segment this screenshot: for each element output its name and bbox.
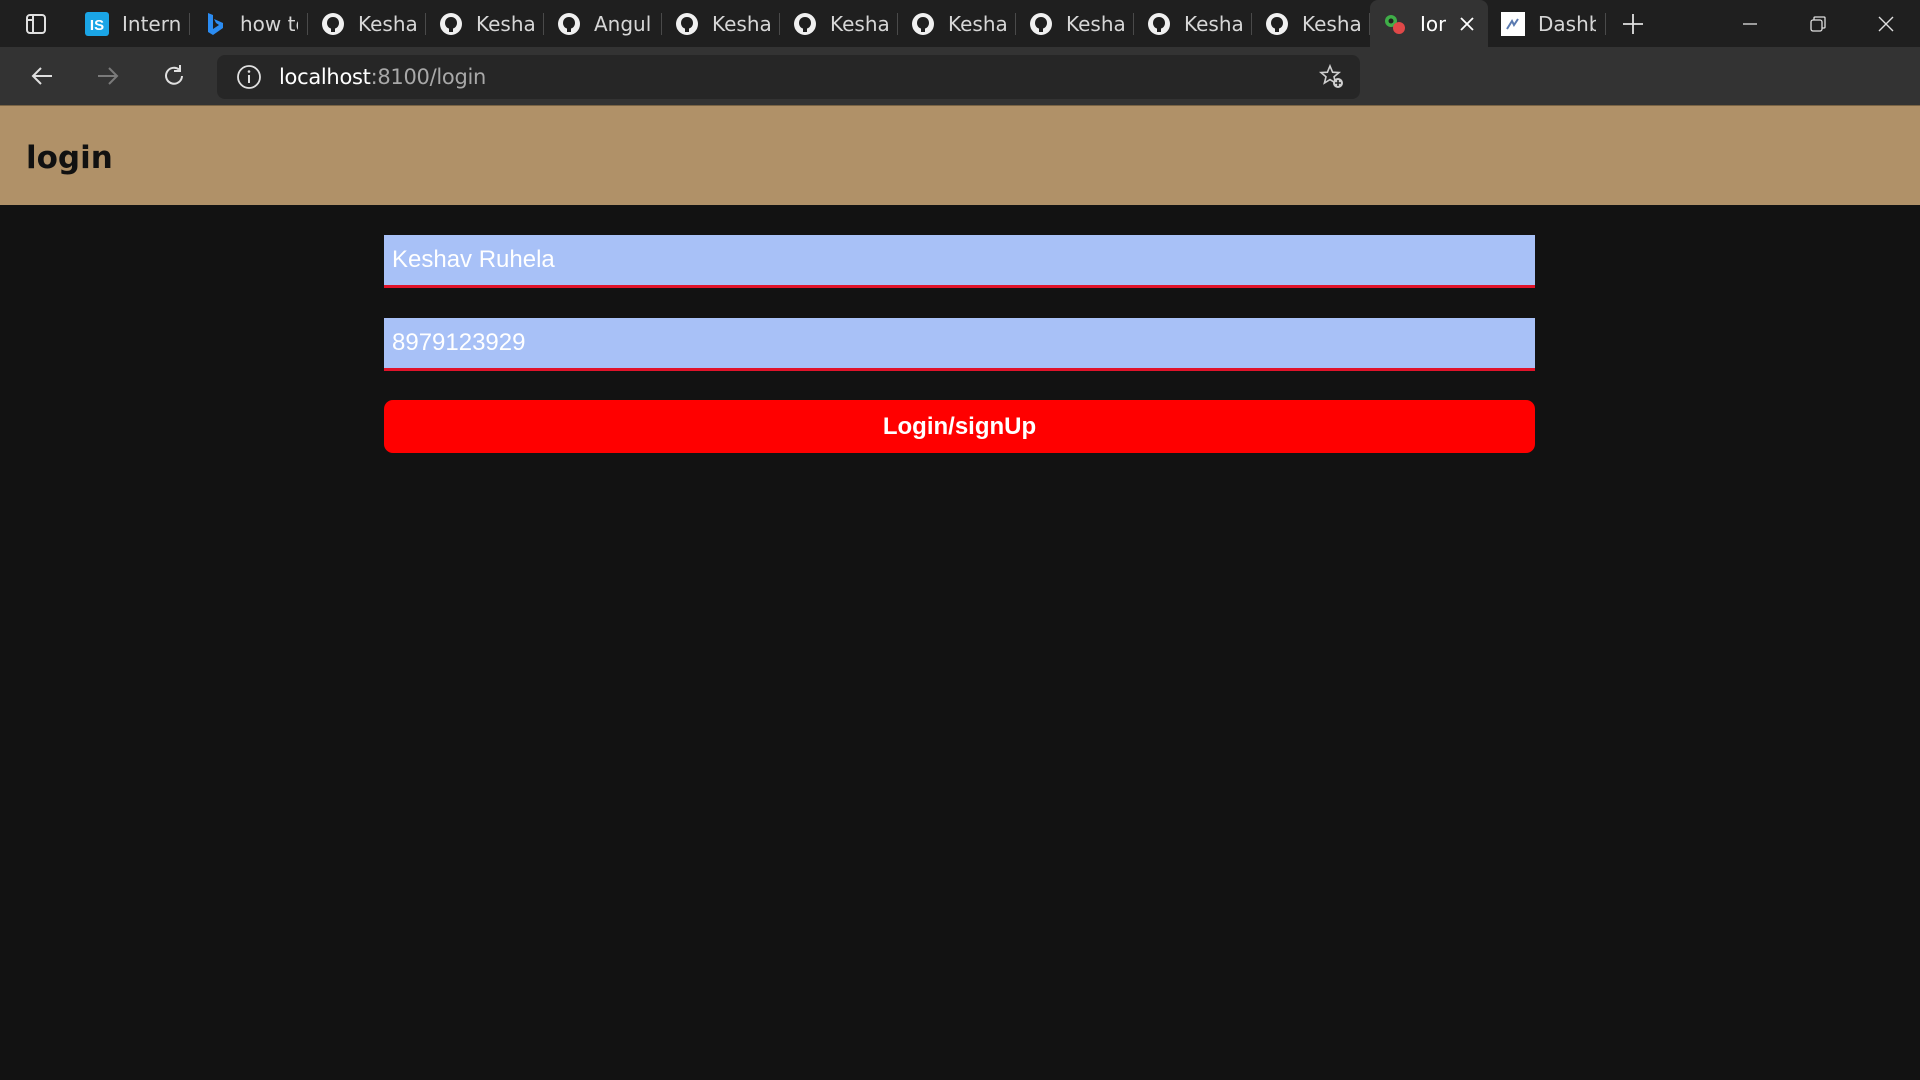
tab-title: how to (240, 11, 298, 36)
bing-icon (202, 11, 228, 37)
close-icon (1460, 16, 1474, 31)
arrow-right-icon (98, 67, 119, 85)
github-icon (320, 11, 346, 37)
tab-title: KeshavR (1302, 11, 1360, 36)
plus-icon (1623, 13, 1643, 34)
github-icon (1146, 11, 1172, 37)
browser-tab[interactable]: KeshavR (1134, 0, 1252, 47)
browser-tab-strip: IS Internsh how to KeshavR KeshavR Angul… (0, 0, 1920, 47)
browser-tab[interactable]: KeshavR (1252, 0, 1370, 47)
tab-title: KeshavR (830, 11, 888, 36)
back-button[interactable] (9, 47, 75, 105)
minimize-icon (1743, 22, 1757, 25)
forward-button[interactable] (75, 47, 141, 105)
tab-title: KeshavR (712, 11, 770, 36)
github-icon (556, 11, 582, 37)
browser-tab[interactable]: KeshavR (662, 0, 780, 47)
github-icon (1264, 11, 1290, 37)
svg-text:IS: IS (90, 17, 104, 34)
page-content: login Login/signUp (0, 105, 1920, 1080)
name-input[interactable] (384, 235, 1535, 285)
address-bar[interactable]: localhost:8100/login (217, 55, 1360, 99)
tab-title: KeshavR (476, 11, 534, 36)
close-window-button[interactable] (1852, 0, 1920, 47)
page-header: login (0, 105, 1920, 205)
github-icon (674, 11, 700, 37)
tab-actions-button[interactable] (0, 0, 72, 47)
restore-button[interactable] (1784, 0, 1852, 47)
phone-input[interactable] (384, 318, 1535, 368)
github-icon (438, 11, 464, 37)
tab-title: Dashbo (1538, 11, 1596, 36)
github-icon (910, 11, 936, 37)
reload-button[interactable] (141, 47, 207, 105)
window-controls (1716, 0, 1920, 47)
browser-tab-active[interactable]: Ion (1370, 0, 1488, 47)
browser-tab[interactable]: KeshavR (426, 0, 544, 47)
tab-title: KeshavR (1066, 11, 1124, 36)
browser-tab[interactable]: KeshavR (308, 0, 426, 47)
browser-tab[interactable]: KeshavR (780, 0, 898, 47)
tab-title: Ion (1420, 11, 1447, 36)
dashboard-icon (1500, 11, 1526, 37)
phone-field[interactable] (384, 318, 1535, 371)
tab-title: KeshavR (948, 11, 1006, 36)
browser-toolbar: localhost:8100/login OFF (0, 47, 1920, 140)
tab-title: Internsh (122, 11, 180, 36)
restore-icon (1810, 15, 1826, 32)
browser-tab[interactable]: KeshavR (1016, 0, 1134, 47)
login-signup-button[interactable]: Login/signUp (384, 400, 1535, 453)
browser-tab[interactable]: Angular (544, 0, 662, 47)
name-field[interactable] (384, 235, 1535, 288)
browser-tab[interactable]: Dashbo (1488, 0, 1606, 47)
refresh-icon (165, 65, 183, 85)
arrow-left-icon (31, 67, 52, 85)
url-path: :8100/login (370, 65, 487, 89)
github-icon (792, 11, 818, 37)
page-title: login (26, 140, 113, 176)
tab-actions-icon (26, 13, 46, 34)
ionic-icon (1382, 11, 1408, 37)
tab-title: KeshavR (358, 11, 416, 36)
github-icon (1028, 11, 1054, 37)
internshala-icon: IS (84, 11, 110, 37)
new-tab-button[interactable] (1606, 0, 1660, 47)
tab-title: Angular (594, 11, 652, 36)
browser-tab[interactable]: IS Internsh (72, 0, 190, 47)
minimize-button[interactable] (1716, 0, 1784, 47)
close-icon (1878, 16, 1894, 31)
address-text[interactable]: localhost:8100/login (279, 65, 486, 89)
url-host: localhost (279, 65, 371, 89)
close-tab-button[interactable] (1456, 11, 1478, 37)
add-favorite-icon[interactable] (1318, 63, 1346, 91)
browser-tab[interactable]: how to (190, 0, 308, 47)
site-info-icon[interactable] (235, 63, 263, 91)
browser-tab[interactable]: KeshavR (898, 0, 1016, 47)
tab-title: KeshavR (1184, 11, 1242, 36)
